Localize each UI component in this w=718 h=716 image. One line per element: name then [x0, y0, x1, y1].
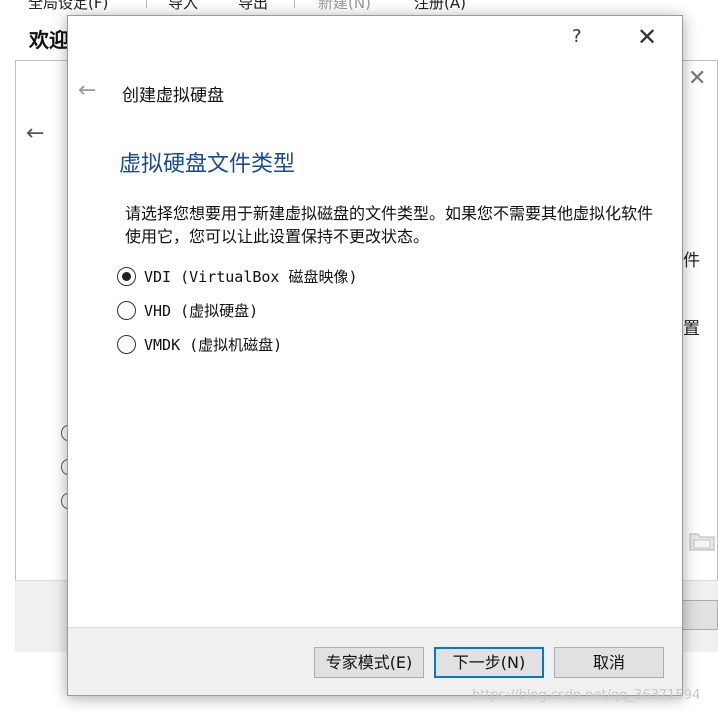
option-vhd[interactable]: VHD (虚拟硬盘): [117, 298, 258, 322]
option-vmdk[interactable]: VMDK (虚拟机磁盘): [117, 332, 282, 356]
back-arrow-icon[interactable]: ←: [78, 79, 96, 103]
expert-mode-button[interactable]: 专家模式(E): [314, 647, 424, 678]
background-text-fragment: 件: [683, 251, 700, 271]
radio-button-checked[interactable]: [117, 266, 136, 286]
menu-item-export[interactable]: 导出: [238, 0, 268, 13]
radio-button[interactable]: [117, 300, 136, 320]
screen: 全局设定(F) 导入 导出 新建(N) 注册(A) 欢迎 ← ✕ 件 置 ? ✕…: [0, 0, 718, 716]
wizard-header: 创建虚拟硬盘: [122, 86, 224, 106]
radio-button[interactable]: [117, 334, 136, 354]
background-back-arrow-icon[interactable]: ←: [26, 121, 44, 146]
next-button[interactable]: 下一步(N): [434, 647, 544, 678]
option-label[interactable]: VMDK (虚拟机磁盘): [144, 334, 282, 355]
background-text-fragment: 置: [683, 319, 700, 339]
create-virtual-disk-dialog: ? ✕ ← 创建虚拟硬盘 虚拟硬盘文件类型 请选择您想要用于新建虚拟磁盘的文件类…: [67, 15, 683, 696]
close-icon[interactable]: ✕: [634, 24, 660, 50]
watermark: https://blog.csdn.net/qq_36371594: [472, 688, 701, 703]
dialog-footer: 专家模式(E) 下一步(N) 取消: [68, 627, 682, 695]
menu-item-global-settings[interactable]: 全局设定(F): [28, 0, 108, 13]
menu-item-new[interactable]: 新建(N): [318, 0, 371, 13]
page-description: 请选择您想要用于新建虚拟磁盘的文件类型。如果您不需要其他虚拟化软件使用它，您可以…: [125, 204, 654, 246]
menu-separator: [146, 0, 147, 8]
cancel-button[interactable]: 取消: [554, 647, 664, 678]
background-close-icon[interactable]: ✕: [688, 68, 706, 90]
option-label[interactable]: VHD (虚拟硬盘): [144, 300, 258, 321]
background-page-title: 欢迎: [29, 28, 69, 52]
option-vdi[interactable]: VDI (VirtualBox 磁盘映像): [117, 264, 358, 288]
menu-separator: [294, 0, 295, 8]
page-title: 虚拟硬盘文件类型: [119, 152, 296, 177]
menu-item-register[interactable]: 注册(A): [414, 0, 466, 13]
background-footer-button[interactable]: [682, 600, 718, 630]
option-label[interactable]: VDI (VirtualBox 磁盘映像): [144, 266, 358, 287]
menu-item-import[interactable]: 导入: [168, 0, 198, 13]
help-icon[interactable]: ?: [572, 26, 582, 47]
background-menubar: 全局设定(F) 导入 导出 新建(N) 注册(A): [0, 0, 718, 14]
background-folder-icon: [689, 533, 715, 551]
